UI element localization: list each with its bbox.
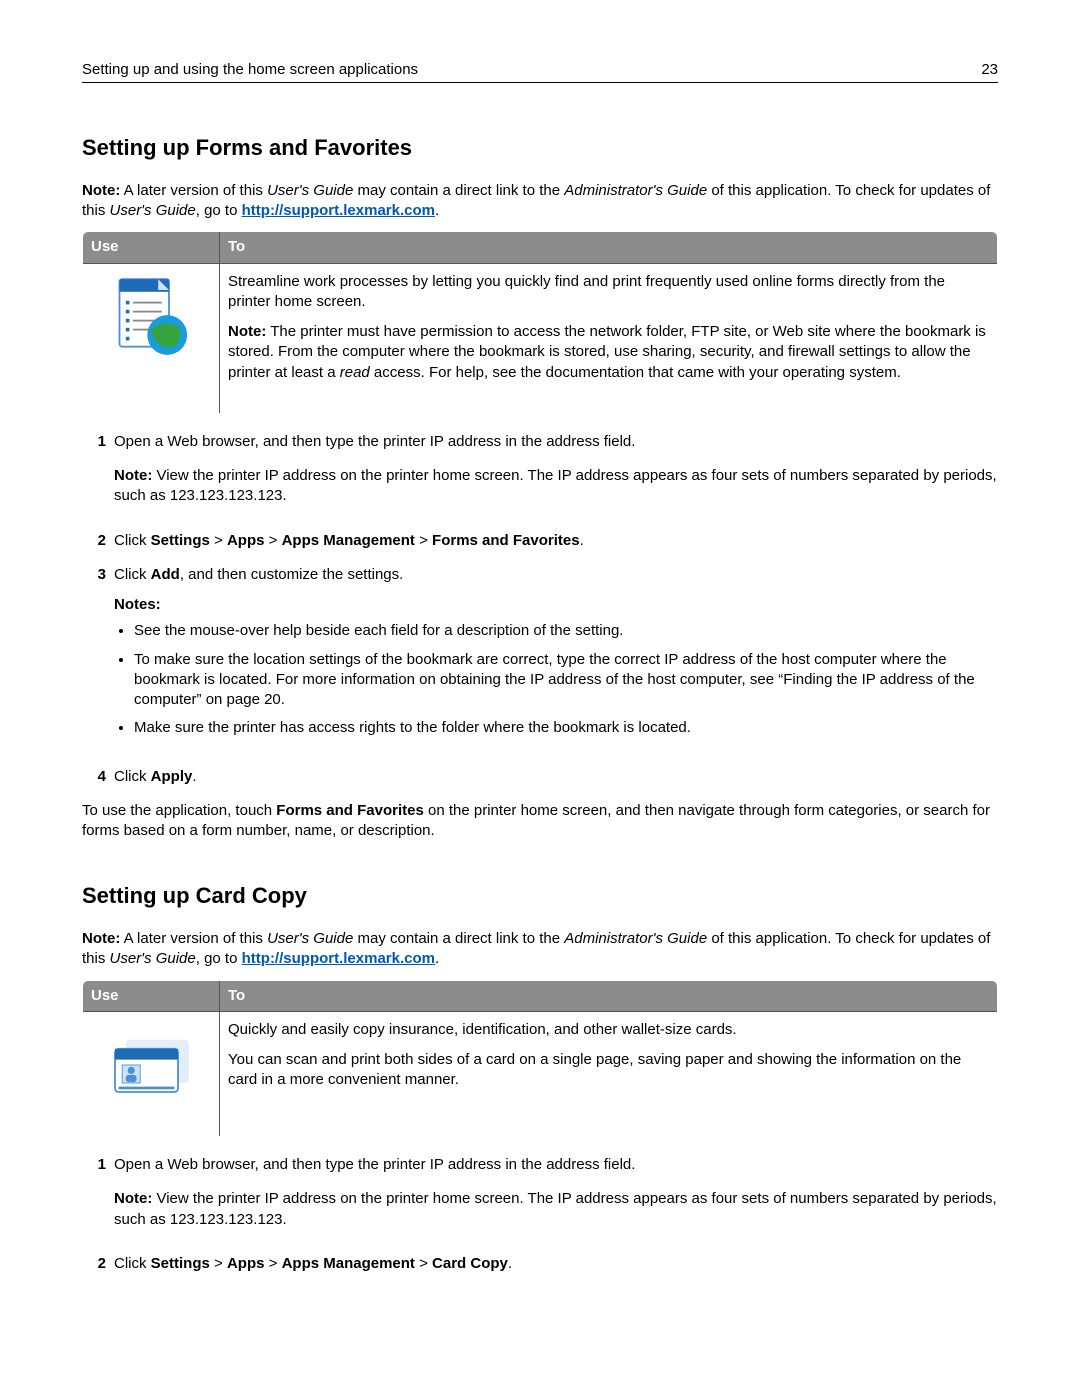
- cardcopy-desc-cell: Quickly and easily copy insurance, ident…: [220, 1011, 998, 1136]
- section1-intro-note: Note: A later version of this User's Gui…: [82, 181, 998, 222]
- cardcopy-icon-cell: [83, 1011, 220, 1136]
- th-use: Use: [83, 232, 220, 263]
- step-2: 2 Click Settings > Apps > Apps Managemen…: [82, 531, 998, 551]
- support-link[interactable]: http://support.lexmark.com: [242, 202, 435, 219]
- forms-globe-icon: [106, 272, 196, 362]
- th-to: To: [220, 232, 998, 263]
- cardcopy-steps: 1 Open a Web browser, and then type the …: [82, 1155, 998, 1274]
- note-label: Note:: [82, 182, 120, 199]
- page-number: 23: [981, 60, 998, 80]
- step-1: 1 Open a Web browser, and then type the …: [82, 432, 998, 517]
- bullet-1: See the mouse-over help beside each fiel…: [134, 621, 998, 641]
- forms-icon-cell: [83, 263, 220, 413]
- th-to: To: [220, 980, 998, 1011]
- forms-steps: 1 Open a Web browser, and then type the …: [82, 432, 998, 787]
- idcard-icon: [106, 1020, 196, 1110]
- cardcopy-table: Use To Quickly and easily copy insurance…: [82, 980, 998, 1138]
- support-link[interactable]: http://support.lexmark.com: [242, 950, 435, 967]
- page-header: Setting up and using the home screen app…: [82, 60, 998, 83]
- section-heading-forms: Setting up Forms and Favorites: [82, 133, 998, 163]
- forms-closing: To use the application, touch Forms and …: [82, 801, 998, 842]
- forms-table: Use To Streamline work processes by le: [82, 231, 998, 414]
- th-use: Use: [83, 980, 220, 1011]
- step-3: 3 Click Add, and then customize the sett…: [82, 565, 998, 753]
- section-heading-cardcopy: Setting up Card Copy: [82, 881, 998, 911]
- step-1: 1 Open a Web browser, and then type the …: [82, 1155, 998, 1240]
- header-title: Setting up and using the home screen app…: [82, 60, 418, 80]
- step-2: 2 Click Settings > Apps > Apps Managemen…: [82, 1254, 998, 1274]
- step-4: 4 Click Apply.: [82, 767, 998, 787]
- bullet-2: To make sure the location settings of th…: [134, 650, 998, 711]
- section2-intro-note: Note: A later version of this User's Gui…: [82, 929, 998, 970]
- forms-desc-cell: Streamline work processes by letting you…: [220, 263, 998, 413]
- bullet-3: Make sure the printer has access rights …: [134, 718, 998, 738]
